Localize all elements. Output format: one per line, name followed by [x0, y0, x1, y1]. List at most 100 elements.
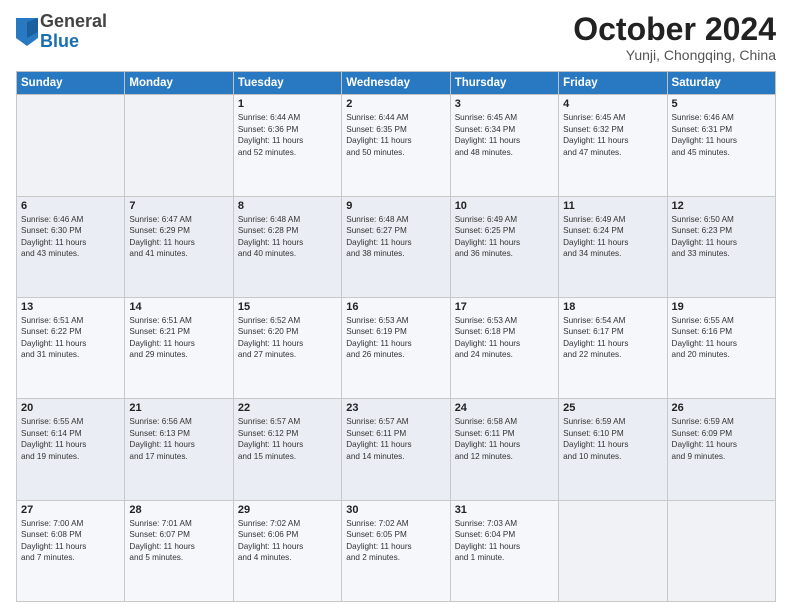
day-number: 22: [238, 402, 337, 414]
cell-content: Sunrise: 6:48 AM Sunset: 6:27 PM Dayligh…: [346, 214, 445, 260]
calendar-cell: 24 Sunrise: 6:58 AM Sunset: 6:11 PM Dayli…: [450, 399, 558, 500]
calendar-cell: 20 Sunrise: 6:55 AM Sunset: 6:14 PM Dayli…: [17, 399, 125, 500]
day-number: 27: [21, 504, 120, 516]
day-number: 17: [455, 301, 554, 313]
calendar-cell: 29 Sunrise: 7:02 AM Sunset: 6:06 PM Dayli…: [233, 500, 341, 601]
cell-content: Sunrise: 6:47 AM Sunset: 6:29 PM Dayligh…: [129, 214, 228, 260]
day-number: 2: [346, 98, 445, 110]
calendar-cell: 28 Sunrise: 7:01 AM Sunset: 6:07 PM Dayli…: [125, 500, 233, 601]
day-number: 16: [346, 301, 445, 313]
calendar-week-3: 13 Sunrise: 6:51 AM Sunset: 6:22 PM Dayli…: [17, 297, 776, 398]
header: General Blue October 2024 Yunji, Chongqi…: [16, 12, 776, 63]
cell-content: Sunrise: 6:46 AM Sunset: 6:30 PM Dayligh…: [21, 214, 120, 260]
calendar-cell: 31 Sunrise: 7:03 AM Sunset: 6:04 PM Dayli…: [450, 500, 558, 601]
cell-content: Sunrise: 6:53 AM Sunset: 6:19 PM Dayligh…: [346, 315, 445, 361]
cell-content: Sunrise: 6:54 AM Sunset: 6:17 PM Dayligh…: [563, 315, 662, 361]
day-number: 15: [238, 301, 337, 313]
calendar-cell: 1 Sunrise: 6:44 AM Sunset: 6:36 PM Daylig…: [233, 95, 341, 196]
calendar-cell: 6Sunrise: 6:46 AM Sunset: 6:30 PM Daylig…: [17, 196, 125, 297]
cell-content: Sunrise: 6:51 AM Sunset: 6:21 PM Dayligh…: [129, 315, 228, 361]
cell-content: Sunrise: 6:57 AM Sunset: 6:12 PM Dayligh…: [238, 416, 337, 462]
month-title: October 2024: [573, 12, 776, 47]
logo: General Blue: [16, 12, 107, 52]
day-number: 3: [455, 98, 554, 110]
day-header-thursday: Thursday: [450, 72, 558, 95]
day-number: 12: [672, 200, 771, 212]
calendar-cell: 7 Sunrise: 6:47 AM Sunset: 6:29 PM Daylig…: [125, 196, 233, 297]
calendar-cell: 16 Sunrise: 6:53 AM Sunset: 6:19 PM Dayli…: [342, 297, 450, 398]
cell-content: Sunrise: 6:55 AM Sunset: 6:16 PM Dayligh…: [672, 315, 771, 361]
day-number: 29: [238, 504, 337, 516]
cell-content: Sunrise: 7:01 AM Sunset: 6:07 PM Dayligh…: [129, 518, 228, 564]
calendar-cell: 9Sunrise: 6:48 AM Sunset: 6:27 PM Daylig…: [342, 196, 450, 297]
cell-content: Sunrise: 6:45 AM Sunset: 6:34 PM Dayligh…: [455, 112, 554, 158]
calendar-cell: 8 Sunrise: 6:48 AM Sunset: 6:28 PM Daylig…: [233, 196, 341, 297]
day-number: 28: [129, 504, 228, 516]
calendar-cell: 15 Sunrise: 6:52 AM Sunset: 6:20 PM Dayli…: [233, 297, 341, 398]
day-number: 24: [455, 402, 554, 414]
calendar-cell: 30 Sunrise: 7:02 AM Sunset: 6:05 PM Dayli…: [342, 500, 450, 601]
day-number: 5: [672, 98, 771, 110]
cell-content: Sunrise: 6:49 AM Sunset: 6:25 PM Dayligh…: [455, 214, 554, 260]
day-number: 19: [672, 301, 771, 313]
cell-content: Sunrise: 7:02 AM Sunset: 6:06 PM Dayligh…: [238, 518, 337, 564]
day-header-saturday: Saturday: [667, 72, 775, 95]
calendar-cell: 27 Sunrise: 7:00 AM Sunset: 6:08 PM Dayli…: [17, 500, 125, 601]
cell-content: Sunrise: 6:52 AM Sunset: 6:20 PM Dayligh…: [238, 315, 337, 361]
calendar-cell: 25Sunrise: 6:59 AM Sunset: 6:10 PM Dayli…: [559, 399, 667, 500]
calendar-cell: 12 Sunrise: 6:50 AM Sunset: 6:23 PM Dayli…: [667, 196, 775, 297]
day-number: 8: [238, 200, 337, 212]
day-number: 1: [238, 98, 337, 110]
cell-content: Sunrise: 6:57 AM Sunset: 6:11 PM Dayligh…: [346, 416, 445, 462]
day-number: 11: [563, 200, 662, 212]
cell-content: Sunrise: 6:56 AM Sunset: 6:13 PM Dayligh…: [129, 416, 228, 462]
calendar-cell: [559, 500, 667, 601]
cell-content: Sunrise: 6:59 AM Sunset: 6:09 PM Dayligh…: [672, 416, 771, 462]
day-header-friday: Friday: [559, 72, 667, 95]
cell-content: Sunrise: 6:58 AM Sunset: 6:11 PM Dayligh…: [455, 416, 554, 462]
cell-content: Sunrise: 6:44 AM Sunset: 6:36 PM Dayligh…: [238, 112, 337, 158]
calendar-week-2: 6Sunrise: 6:46 AM Sunset: 6:30 PM Daylig…: [17, 196, 776, 297]
cell-content: Sunrise: 6:51 AM Sunset: 6:22 PM Dayligh…: [21, 315, 120, 361]
calendar-cell: 11 Sunrise: 6:49 AM Sunset: 6:24 PM Dayli…: [559, 196, 667, 297]
day-number: 30: [346, 504, 445, 516]
calendar-cell: 22 Sunrise: 6:57 AM Sunset: 6:12 PM Dayli…: [233, 399, 341, 500]
calendar-cell: 5 Sunrise: 6:46 AM Sunset: 6:31 PM Daylig…: [667, 95, 775, 196]
cell-content: Sunrise: 6:50 AM Sunset: 6:23 PM Dayligh…: [672, 214, 771, 260]
cell-content: Sunrise: 6:55 AM Sunset: 6:14 PM Dayligh…: [21, 416, 120, 462]
cell-content: Sunrise: 7:03 AM Sunset: 6:04 PM Dayligh…: [455, 518, 554, 564]
calendar-cell: 26Sunrise: 6:59 AM Sunset: 6:09 PM Dayli…: [667, 399, 775, 500]
day-number: 10: [455, 200, 554, 212]
day-header-monday: Monday: [125, 72, 233, 95]
cell-content: Sunrise: 6:48 AM Sunset: 6:28 PM Dayligh…: [238, 214, 337, 260]
day-number: 7: [129, 200, 228, 212]
day-header-sunday: Sunday: [17, 72, 125, 95]
cell-content: Sunrise: 6:53 AM Sunset: 6:18 PM Dayligh…: [455, 315, 554, 361]
calendar-cell: 23 Sunrise: 6:57 AM Sunset: 6:11 PM Dayli…: [342, 399, 450, 500]
calendar-week-4: 20 Sunrise: 6:55 AM Sunset: 6:14 PM Dayli…: [17, 399, 776, 500]
cell-content: Sunrise: 7:02 AM Sunset: 6:05 PM Dayligh…: [346, 518, 445, 564]
cell-content: Sunrise: 6:49 AM Sunset: 6:24 PM Dayligh…: [563, 214, 662, 260]
cell-content: Sunrise: 6:46 AM Sunset: 6:31 PM Dayligh…: [672, 112, 771, 158]
calendar-cell: 4Sunrise: 6:45 AM Sunset: 6:32 PM Daylig…: [559, 95, 667, 196]
cell-content: Sunrise: 6:44 AM Sunset: 6:35 PM Dayligh…: [346, 112, 445, 158]
calendar-header-row: SundayMondayTuesdayWednesdayThursdayFrid…: [17, 72, 776, 95]
day-number: 25: [563, 402, 662, 414]
calendar-cell: 17 Sunrise: 6:53 AM Sunset: 6:18 PM Dayli…: [450, 297, 558, 398]
calendar-cell: 21Sunrise: 6:56 AM Sunset: 6:13 PM Dayli…: [125, 399, 233, 500]
calendar-cell: 18Sunrise: 6:54 AM Sunset: 6:17 PM Dayli…: [559, 297, 667, 398]
calendar-cell: [667, 500, 775, 601]
calendar-cell: 3 Sunrise: 6:45 AM Sunset: 6:34 PM Daylig…: [450, 95, 558, 196]
calendar: SundayMondayTuesdayWednesdayThursdayFrid…: [16, 71, 776, 602]
day-number: 31: [455, 504, 554, 516]
cell-content: Sunrise: 6:45 AM Sunset: 6:32 PM Dayligh…: [563, 112, 662, 158]
day-number: 20: [21, 402, 120, 414]
calendar-week-1: 1 Sunrise: 6:44 AM Sunset: 6:36 PM Daylig…: [17, 95, 776, 196]
day-header-wednesday: Wednesday: [342, 72, 450, 95]
calendar-cell: 2 Sunrise: 6:44 AM Sunset: 6:35 PM Daylig…: [342, 95, 450, 196]
day-number: 23: [346, 402, 445, 414]
calendar-cell: [125, 95, 233, 196]
cell-content: Sunrise: 7:00 AM Sunset: 6:08 PM Dayligh…: [21, 518, 120, 564]
day-number: 13: [21, 301, 120, 313]
logo-icon: [16, 18, 38, 46]
